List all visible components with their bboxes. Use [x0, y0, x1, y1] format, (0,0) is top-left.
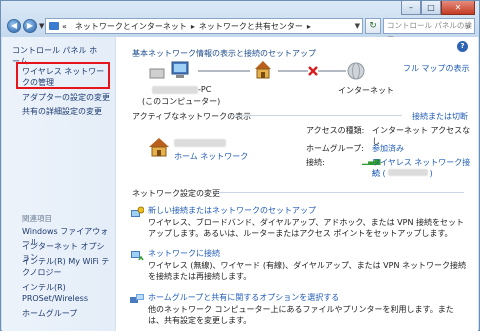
home-network-icon — [149, 138, 169, 157]
related-homegroup[interactable]: ホームグループ — [22, 308, 112, 319]
chevron-icon: « — [62, 21, 67, 31]
sidebar-item-adapter[interactable]: アダプターの設定の変更 — [22, 92, 112, 103]
window-controls: – □ ✕ — [401, 1, 475, 15]
active-networks-title: アクティブなネットワークの表示 — [132, 112, 252, 121]
address-dropdown-icon[interactable]: ▼ — [355, 22, 360, 30]
task-connect-network-link[interactable]: ネットワークに接続 — [148, 248, 220, 259]
homegroup-label: ホームグループ: — [306, 144, 364, 153]
new-connection-icon — [131, 206, 144, 217]
refresh-button[interactable]: ↻ — [365, 18, 381, 34]
help-icon[interactable]: ? — [457, 41, 468, 52]
history-dropdown-icon[interactable]: ▼ — [39, 22, 44, 30]
back-button[interactable]: ◀ — [7, 19, 21, 33]
wireless-connection-ssid[interactable]: 続 () — [372, 168, 433, 179]
access-type-label: アクセスの種類: — [306, 126, 365, 135]
maximize-button[interactable]: □ — [421, 1, 441, 15]
breadcrumb-sharing-center[interactable]: ネットワークと共有センター — [199, 21, 303, 32]
computer-caption: (このコンピューター) — [142, 97, 221, 106]
task-connect-network-desc: ワイヤレス (無線)、ワイヤード (有線)、ダイヤルアップ、または VPN ネッ… — [148, 261, 466, 281]
connection-label: 接続: — [306, 158, 325, 167]
related-title: 関連項目 — [22, 214, 52, 223]
divider — [232, 115, 402, 116]
computer-icon — [149, 61, 189, 79]
task-homegroup-sharing-desc: 他のネットワーク コンピューター上にあるファイルやプリンターを利用します。または… — [148, 305, 454, 325]
title-bar: – □ ✕ ◀ ▶ ▼ « ネットワークとインターネット ▸ ネットワークと共有… — [1, 1, 479, 44]
forward-button[interactable]: ▶ — [23, 19, 37, 33]
globe-icon — [347, 62, 365, 80]
breadcrumb-separator-icon[interactable]: ▸ — [307, 22, 311, 31]
task-new-connection-desc: ワイヤレス、ブロードバンド、ダイヤルアップ、アドホック、または VPN 接続をセ… — [148, 218, 465, 238]
close-button[interactable]: ✕ — [441, 1, 475, 15]
router-icon — [255, 61, 271, 79]
divider — [214, 192, 464, 193]
control-panel-icon — [49, 22, 59, 30]
sidebar: コントロール パネル ホーム ワイヤレス ネットワークの管理 アダプターの設定の… — [2, 37, 116, 331]
connect-network-icon — [131, 251, 144, 261]
main-panel: ? 基本ネットワーク情報の表示と接続のセットアップ フル マップの表示 -PC … — [120, 37, 478, 331]
address-bar[interactable]: « ネットワークとインターネット ▸ ネットワークと共有センター ▸ ▼ — [45, 18, 363, 34]
error-x-icon — [308, 66, 318, 76]
sidebar-item-wireless[interactable]: ワイヤレス ネットワークの管理 — [22, 66, 106, 88]
home-network-link[interactable]: ホーム ネットワーク — [174, 151, 248, 162]
window: – □ ✕ ◀ ▶ ▼ « ネットワークとインターネット ▸ ネットワークと共有… — [0, 0, 480, 331]
minimize-button[interactable]: – — [401, 1, 421, 15]
homegroup-joined-link[interactable]: 参加済み — [372, 143, 404, 154]
network-name-redacted — [174, 139, 226, 149]
nav-buttons: ◀ ▶ ▼ — [7, 19, 48, 33]
search-input[interactable]: コントロール パネルの検索 ⌕ — [383, 18, 475, 44]
related-proset[interactable]: インテル(R) PROSet/Wireless — [22, 282, 116, 304]
connect-disconnect-link[interactable]: 接続または切断 — [412, 111, 468, 122]
search-icon[interactable]: ⌕ — [466, 20, 471, 34]
internet-label: インターネット — [338, 86, 394, 95]
related-my-wifi[interactable]: インテル(R) My WiFi テクノロジー — [22, 256, 116, 278]
task-homegroup-sharing-link[interactable]: ホームグループと共有に関するオプションを選択する — [148, 292, 339, 303]
breadcrumb-network[interactable]: ネットワークとインターネット — [75, 21, 187, 32]
breadcrumb-separator-icon[interactable]: ▸ — [191, 22, 195, 31]
homegroup-sharing-icon — [130, 294, 144, 303]
computer-name: -PC — [152, 85, 211, 94]
change-settings-title: ネットワーク設定の変更 — [132, 189, 220, 198]
sidebar-item-sharing[interactable]: 共有の詳細設定の変更 — [22, 106, 112, 117]
content-area: コントロール パネル ホーム ワイヤレス ネットワークの管理 アダプターの設定の… — [2, 37, 478, 331]
task-new-connection-link[interactable]: 新しい接続またはネットワークのセットアップ — [148, 205, 316, 216]
